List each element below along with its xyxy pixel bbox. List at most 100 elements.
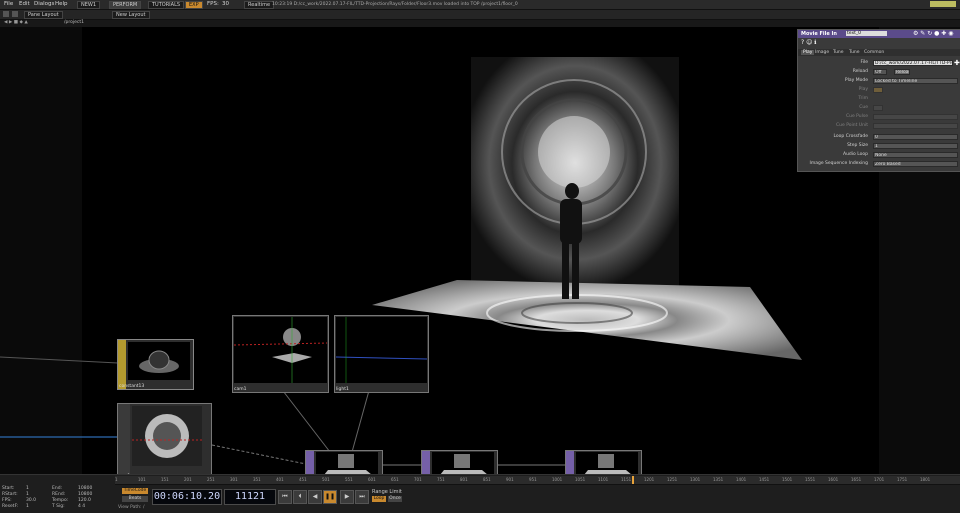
pause-button[interactable]: ❚❚ xyxy=(323,490,337,504)
end-label: End: xyxy=(52,486,63,491)
timeline-tick: 351 xyxy=(253,477,261,482)
home-icon[interactable]: ◀ ▶ ■ ◆ ▲ xyxy=(4,20,28,25)
view-path: View Path: / xyxy=(118,505,145,510)
pane-layout-button[interactable]: Pane Layout xyxy=(24,11,63,19)
timeline-tick: 1451 xyxy=(759,477,770,482)
timeline-tick: 1351 xyxy=(713,477,724,482)
timeline-stats: Start: 1 End: 10800 RStart: 1 REnd: 1080… xyxy=(2,484,107,512)
node-label: light1 xyxy=(336,387,349,392)
resetf-value[interactable]: 1 xyxy=(26,504,29,509)
pane-icon[interactable] xyxy=(3,11,9,17)
node-geo1[interactable]: geo1 xyxy=(117,403,212,480)
timeline-tick: 601 xyxy=(368,477,376,482)
menu-file[interactable]: File xyxy=(4,1,13,7)
node-thumbnail xyxy=(132,406,202,466)
tempo-label: Tempo: xyxy=(52,498,69,503)
node-thumbnail xyxy=(432,452,494,476)
rend-label: REnd: xyxy=(52,492,66,497)
rend-value[interactable]: 10800 xyxy=(78,492,92,497)
fps-value-tl[interactable]: 30.0 xyxy=(26,498,36,503)
status-message: 10:23:19 D:/cc_work/2022.07.17-FIL/TTD-P… xyxy=(272,2,518,7)
menu-bar: File Edit Dialogs Help NEW1 PERFORM TUTO… xyxy=(0,0,960,10)
network-path[interactable]: /project1 xyxy=(64,20,84,25)
timeline-tick: 901 xyxy=(506,477,514,482)
step-forward-button[interactable]: ▶ xyxy=(340,490,354,504)
timeline-tick: 1301 xyxy=(690,477,701,482)
resetf-label: ResetF: xyxy=(2,504,19,509)
timeline-tick: 1251 xyxy=(667,477,678,482)
timeline-tick: 1551 xyxy=(805,477,816,482)
node-flag-strip[interactable] xyxy=(118,340,126,389)
timeline-ruler[interactable]: 1 101 151 201 251 301 351 401 451 501 551 601 651 701… xyxy=(115,476,960,485)
node-label: cam1 xyxy=(234,387,247,392)
node-cam1[interactable]: cam1 xyxy=(232,315,329,393)
timeline-tick: 1051 xyxy=(575,477,586,482)
node-constant13[interactable]: constant13 xyxy=(117,339,194,390)
step-back-button[interactable]: ⏴ xyxy=(293,490,307,504)
tsig-label: T Sig: xyxy=(52,504,65,509)
exp-chip[interactable]: EXP xyxy=(185,1,203,9)
tempo-value[interactable]: 120.0 xyxy=(78,498,91,503)
split-icon[interactable] xyxy=(12,11,18,17)
loop-toggle[interactable]: Loop xyxy=(372,496,386,502)
timecode-display[interactable]: 00:06:10.20 xyxy=(152,489,222,505)
project-chip[interactable]: NEW1 xyxy=(77,1,101,9)
timeline-tick: 501 xyxy=(322,477,330,482)
node-side-icons[interactable] xyxy=(118,404,130,479)
path-bar: ◀ ▶ ■ ◆ ▲ /project1 xyxy=(0,20,960,27)
fps-label-tl: FPS: xyxy=(2,498,12,503)
timeline-tick: 1801 xyxy=(920,477,931,482)
timeline-tick: 1101 xyxy=(598,477,609,482)
timeline-tick: 101 xyxy=(138,477,146,482)
end-value[interactable]: 10800 xyxy=(78,486,92,491)
play-reverse-button[interactable]: ◀ xyxy=(308,490,322,504)
playhead[interactable] xyxy=(632,476,634,484)
node-thumbnail xyxy=(576,452,638,476)
fps-label: FPS: xyxy=(207,1,219,7)
once-toggle[interactable]: Once xyxy=(388,496,402,502)
timeline-tick: 951 xyxy=(529,477,537,482)
timeline-tick: 1 xyxy=(115,477,118,482)
rewind-button[interactable]: ⏮ xyxy=(278,490,292,504)
timeline-tick: 801 xyxy=(460,477,468,482)
window-controls[interactable] xyxy=(930,1,956,7)
node-thumbnail xyxy=(335,317,428,383)
realtime-chip[interactable]: Realtime xyxy=(244,1,275,9)
node-thumbnail xyxy=(128,342,190,380)
timeline-tick: 1001 xyxy=(552,477,563,482)
timeline-tick: 451 xyxy=(299,477,307,482)
rstart-value[interactable]: 1 xyxy=(26,492,29,497)
tsig-value[interactable]: 4 4 xyxy=(78,504,85,509)
timeline-tick: 1401 xyxy=(736,477,747,482)
tutorials-chip[interactable]: TUTORIALS xyxy=(148,1,185,9)
fps-value: 30 xyxy=(222,1,229,7)
timeline-tick: 701 xyxy=(414,477,422,482)
rstart-label: RStart: xyxy=(2,492,18,497)
timecode-toggle[interactable]: TimeCode xyxy=(122,488,148,494)
timeline-tick: 151 xyxy=(161,477,169,482)
new-layout-button[interactable]: New Layout xyxy=(112,11,150,19)
timeline-tick: 1751 xyxy=(897,477,908,482)
timeline-tick: 551 xyxy=(345,477,353,482)
timeline-tick: 851 xyxy=(483,477,491,482)
range-limit-label: Range Limit xyxy=(372,489,402,495)
beats-toggle[interactable]: Beats xyxy=(122,496,148,502)
node-thumbnail xyxy=(233,317,328,383)
start-label: Start: xyxy=(2,486,15,491)
menu-help[interactable]: Help xyxy=(55,1,68,7)
fast-forward-button[interactable]: ⏭ xyxy=(355,490,369,504)
timeline-tick: 251 xyxy=(207,477,215,482)
node-light1[interactable]: light1 xyxy=(334,315,429,393)
perform-chip[interactable]: PERFORM xyxy=(109,1,142,9)
timeline-tick: 1201 xyxy=(644,477,655,482)
timeline-tick: 401 xyxy=(276,477,284,482)
timeline-tick: 1601 xyxy=(828,477,839,482)
menu-dialogs[interactable]: Dialogs xyxy=(34,1,54,7)
timeline-tick: 301 xyxy=(230,477,238,482)
toolbar: Pane Layout New Layout xyxy=(0,10,960,20)
menu-edit[interactable]: Edit xyxy=(19,1,30,7)
frame-display[interactable]: 11121 xyxy=(224,489,276,505)
start-value[interactable]: 1 xyxy=(26,486,29,491)
timeline-tick: 751 xyxy=(437,477,445,482)
node-label: constant13 xyxy=(119,384,145,389)
